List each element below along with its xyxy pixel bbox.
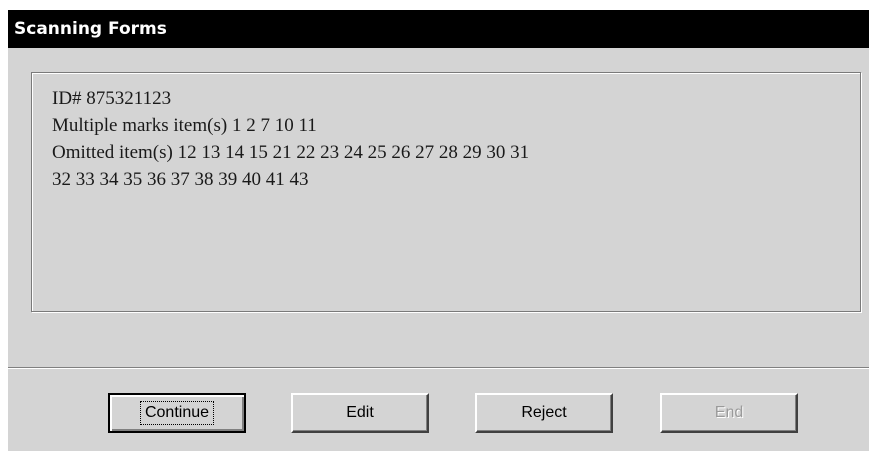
scan-result-message-box: ID# 875321123 Multiple marks item(s) 1 2… [31, 72, 861, 312]
continue-button[interactable]: Continue [108, 393, 246, 433]
title-bar[interactable]: Scanning Forms [8, 10, 869, 48]
continue-button-label: Continue [139, 401, 215, 425]
button-area-divider [8, 367, 869, 369]
scanning-forms-dialog: Scanning Forms ID# 875321123 Multiple ma… [8, 10, 869, 451]
omitted-items-continued-line: 32 33 34 35 36 37 38 39 40 41 43 [52, 169, 309, 190]
reject-button[interactable]: Reject [475, 393, 613, 433]
edit-button[interactable]: Edit [291, 393, 429, 433]
end-button-label: End [714, 404, 744, 421]
reject-button-label: Reject [521, 404, 567, 421]
id-line: ID# 875321123 [52, 88, 172, 109]
edit-button-label: Edit [346, 404, 374, 421]
multiple-marks-line: Multiple marks item(s) 1 2 7 10 11 [52, 115, 317, 136]
omitted-items-line: Omitted item(s) 12 13 14 15 21 22 23 24 … [52, 142, 530, 163]
scan-result-text: ID# 875321123 Multiple marks item(s) 1 2… [52, 85, 860, 193]
window-title: Scanning Forms [14, 19, 167, 39]
end-button: End [660, 393, 798, 433]
